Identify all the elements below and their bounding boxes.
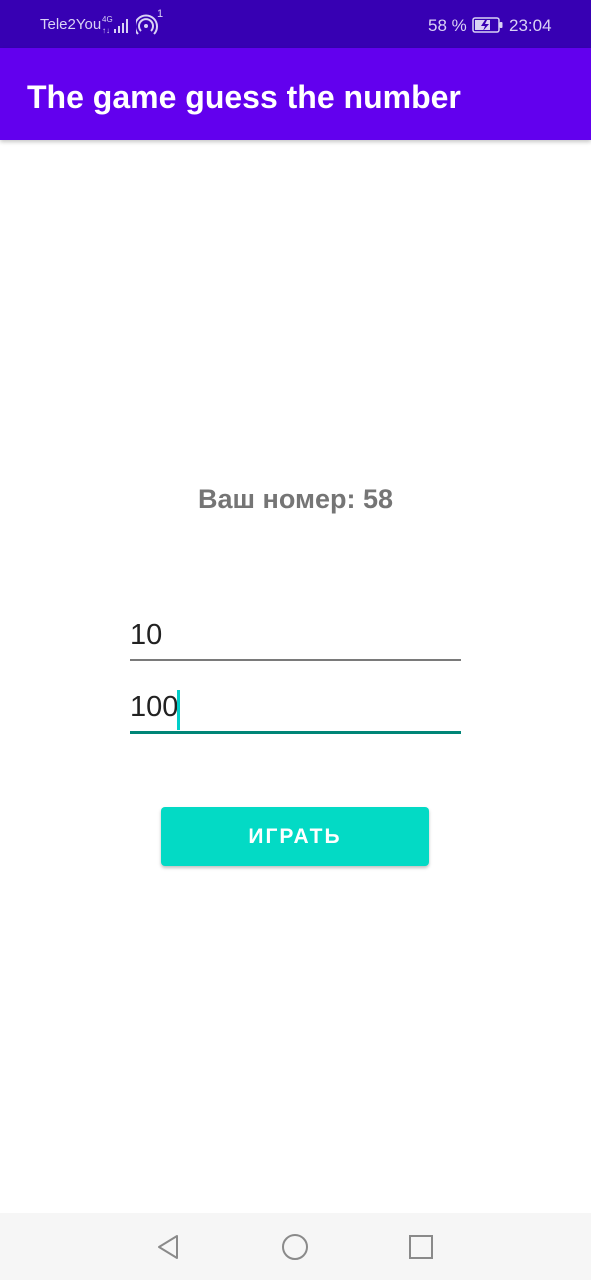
app-title: The game guess the number	[27, 79, 461, 115]
app-bar: The game guess the number	[0, 48, 591, 140]
back-icon[interactable]	[155, 1233, 183, 1261]
home-icon[interactable]	[281, 1233, 309, 1261]
battery-charging-icon	[472, 17, 503, 33]
svg-text:↑↓: ↑↓	[102, 26, 110, 35]
clock: 23:04	[509, 16, 552, 35]
text-cursor	[177, 690, 180, 730]
status-bar: Tele2You 4G ↑↓ 1 58 % 23:04	[0, 0, 591, 48]
battery-percent: 58 %	[428, 16, 467, 35]
result-text: Ваш номер: 58	[198, 484, 393, 514]
carrier-name: Tele2You	[40, 16, 102, 33]
hotspot-count: 1	[157, 8, 164, 20]
min-number-input[interactable]	[130, 611, 461, 661]
recent-apps-icon[interactable]	[407, 1233, 435, 1261]
play-button[interactable]: ИГРАТЬ	[161, 807, 429, 866]
network-type-label: 4G	[102, 15, 113, 24]
nav-bar	[0, 1213, 591, 1280]
signal-icon: 4G ↑↓	[102, 15, 128, 35]
